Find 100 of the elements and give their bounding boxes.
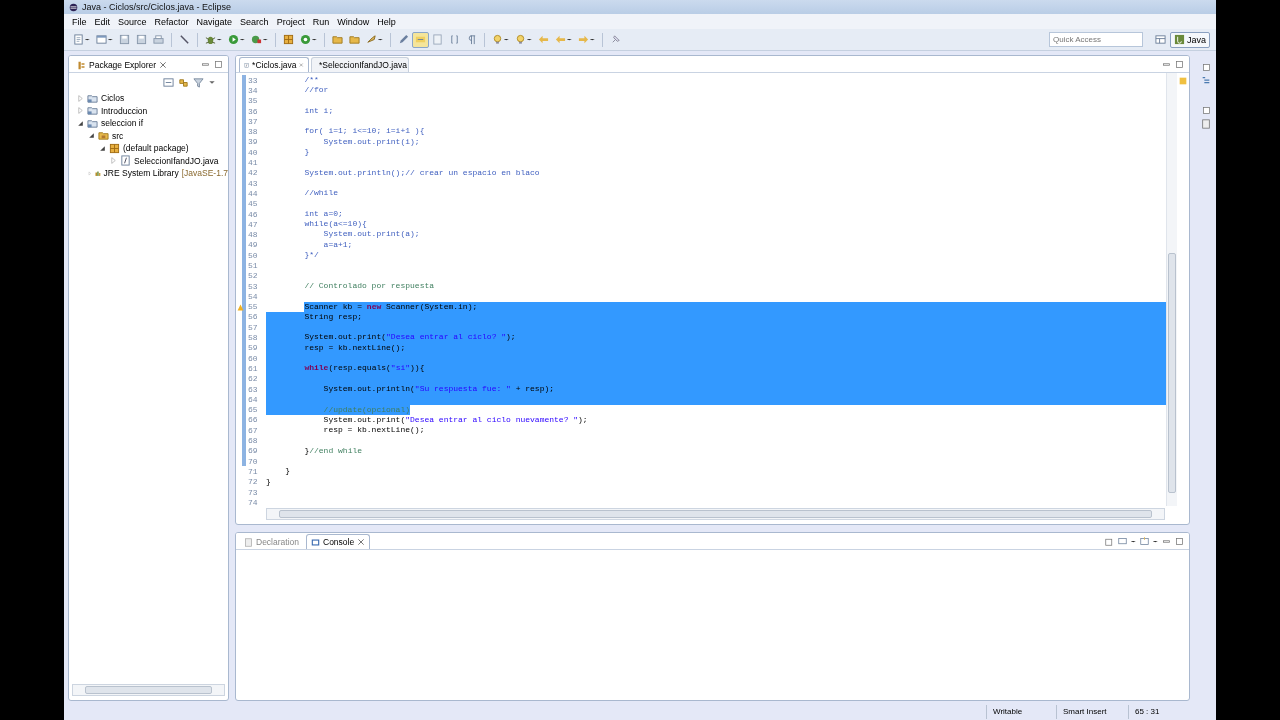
page-icon xyxy=(73,34,84,45)
close-icon xyxy=(159,61,168,69)
code-line: }*/ xyxy=(303,250,320,261)
window-icon xyxy=(96,34,107,45)
java-file-icon xyxy=(120,155,131,167)
tree-item-label: (default package) xyxy=(123,143,189,154)
collapse-all-icon xyxy=(163,77,174,88)
line-number: 64 xyxy=(248,394,258,404)
line-number: 68 xyxy=(248,436,258,446)
menu-item[interactable]: Help xyxy=(373,16,400,27)
line-number: 50 xyxy=(248,250,258,260)
quick-access-field[interactable]: Quick Access xyxy=(1049,32,1143,47)
menu-item[interactable]: Navigate xyxy=(192,16,237,27)
line-number: 73 xyxy=(248,487,258,497)
tree-item[interactable]: JRE System Library [JavaSE-1.7 xyxy=(69,167,228,180)
line-number: 33 xyxy=(248,75,258,85)
maximize-icon xyxy=(1175,60,1184,69)
menu-item[interactable]: Edit xyxy=(90,16,115,27)
line-number: 74 xyxy=(248,497,258,507)
menu-item[interactable]: Refactor xyxy=(150,16,193,27)
menu-item[interactable]: Project xyxy=(272,16,309,27)
line-number: 51 xyxy=(248,261,258,270)
line-number: 43 xyxy=(248,178,258,188)
wand-icon xyxy=(179,34,190,45)
menu-item[interactable]: Source xyxy=(114,16,151,27)
close-icon xyxy=(299,61,304,69)
menu-item[interactable]: Search xyxy=(236,16,273,27)
line-number: 65 xyxy=(248,405,258,415)
tree-item[interactable]: SeleccionIfandJO.java xyxy=(69,154,228,167)
line-number: 52 xyxy=(248,271,258,281)
minimize-icon xyxy=(1162,537,1171,546)
line-number: 59 xyxy=(248,343,258,353)
tree-item-label: seleccion if xyxy=(101,118,144,129)
project-folder-icon xyxy=(87,117,98,129)
view-tab[interactable]: Declaration xyxy=(239,534,304,549)
new-console-icon xyxy=(1140,537,1149,546)
code-line: } xyxy=(266,476,272,487)
line-number: 63 xyxy=(248,384,258,394)
line-number: 66 xyxy=(248,415,258,425)
floppy-icon xyxy=(136,34,147,45)
bracket-icon xyxy=(449,34,460,45)
status-field: Smart Insert xyxy=(1056,704,1128,719)
tree-item[interactable]: Ciclos xyxy=(69,92,228,105)
horizontal-scrollbar[interactable] xyxy=(72,684,225,696)
tree-item[interactable]: (default package) xyxy=(69,142,228,155)
menu-item[interactable]: Window xyxy=(333,16,374,27)
line-number: 57 xyxy=(248,322,258,332)
tree-item-label: src xyxy=(112,130,124,141)
highlighter-icon xyxy=(415,34,426,45)
maximize-icon xyxy=(1175,537,1184,546)
code-line: System.out.print(a); xyxy=(322,229,421,240)
line-number: 48 xyxy=(248,230,258,240)
tree-item[interactable]: seleccion if xyxy=(69,117,228,130)
line-number: 34 xyxy=(248,85,258,95)
project-folder-icon xyxy=(87,92,98,104)
editor-tab[interactable]: *Ciclos.java xyxy=(239,57,309,72)
task-list-icon xyxy=(1201,119,1211,129)
display-icon xyxy=(1118,537,1127,546)
view-tab[interactable]: Console xyxy=(306,534,371,549)
line-number: 71 xyxy=(248,466,258,476)
restore-icon xyxy=(1201,63,1211,72)
line-number: 41 xyxy=(248,158,258,167)
line-number: 46 xyxy=(248,209,258,219)
line-number: 69 xyxy=(248,446,258,456)
project-folder-icon xyxy=(87,105,98,117)
editor-tab[interactable]: *SeleccionIfandJO.java xyxy=(311,57,409,72)
open-perspective-icon xyxy=(1155,34,1166,45)
menu-item[interactable]: File xyxy=(68,16,91,27)
tree-item-label: SeleccionIfandJO.java xyxy=(134,155,219,166)
source-folder-icon xyxy=(98,130,109,142)
code-line: // Controlado por respuesta xyxy=(303,280,436,292)
pin-icon xyxy=(610,34,621,45)
line-number: 62 xyxy=(248,374,258,384)
vertical-scrollbar[interactable] xyxy=(1166,73,1177,506)
open-console-icon xyxy=(1105,537,1114,546)
document-icon xyxy=(432,34,443,45)
code-line: System.out.println();// crear un espacio en blaco xyxy=(303,167,541,178)
code-line: } xyxy=(303,147,311,158)
maximize-icon xyxy=(214,60,223,69)
minimize-icon xyxy=(201,60,210,69)
minimize-icon xyxy=(1162,60,1171,69)
collapsed-arrow-icon xyxy=(88,169,92,177)
code-line: } xyxy=(284,466,291,477)
line-number: 35 xyxy=(248,96,258,106)
tree-item[interactable]: src xyxy=(69,129,228,142)
code-line: resp = kb.nextLine(); xyxy=(322,425,426,436)
menu-item[interactable]: Run xyxy=(308,16,334,27)
code-line: System.out.print(i); xyxy=(322,136,421,148)
code-line: int a=0; xyxy=(303,208,344,220)
code-line: //update(opcional) xyxy=(266,404,1166,415)
floppy-icon xyxy=(119,34,130,45)
circle-icon xyxy=(300,34,311,45)
perspective-button[interactable]: Java xyxy=(1170,31,1210,48)
code-line: /** xyxy=(303,75,320,86)
horizontal-scrollbar[interactable] xyxy=(266,508,1165,520)
bulb-icon xyxy=(492,34,503,45)
line-number: 60 xyxy=(248,353,258,363)
monitor-icon xyxy=(311,537,320,547)
tree-item[interactable]: Introduccion xyxy=(69,104,228,117)
line-number: 67 xyxy=(248,425,258,435)
